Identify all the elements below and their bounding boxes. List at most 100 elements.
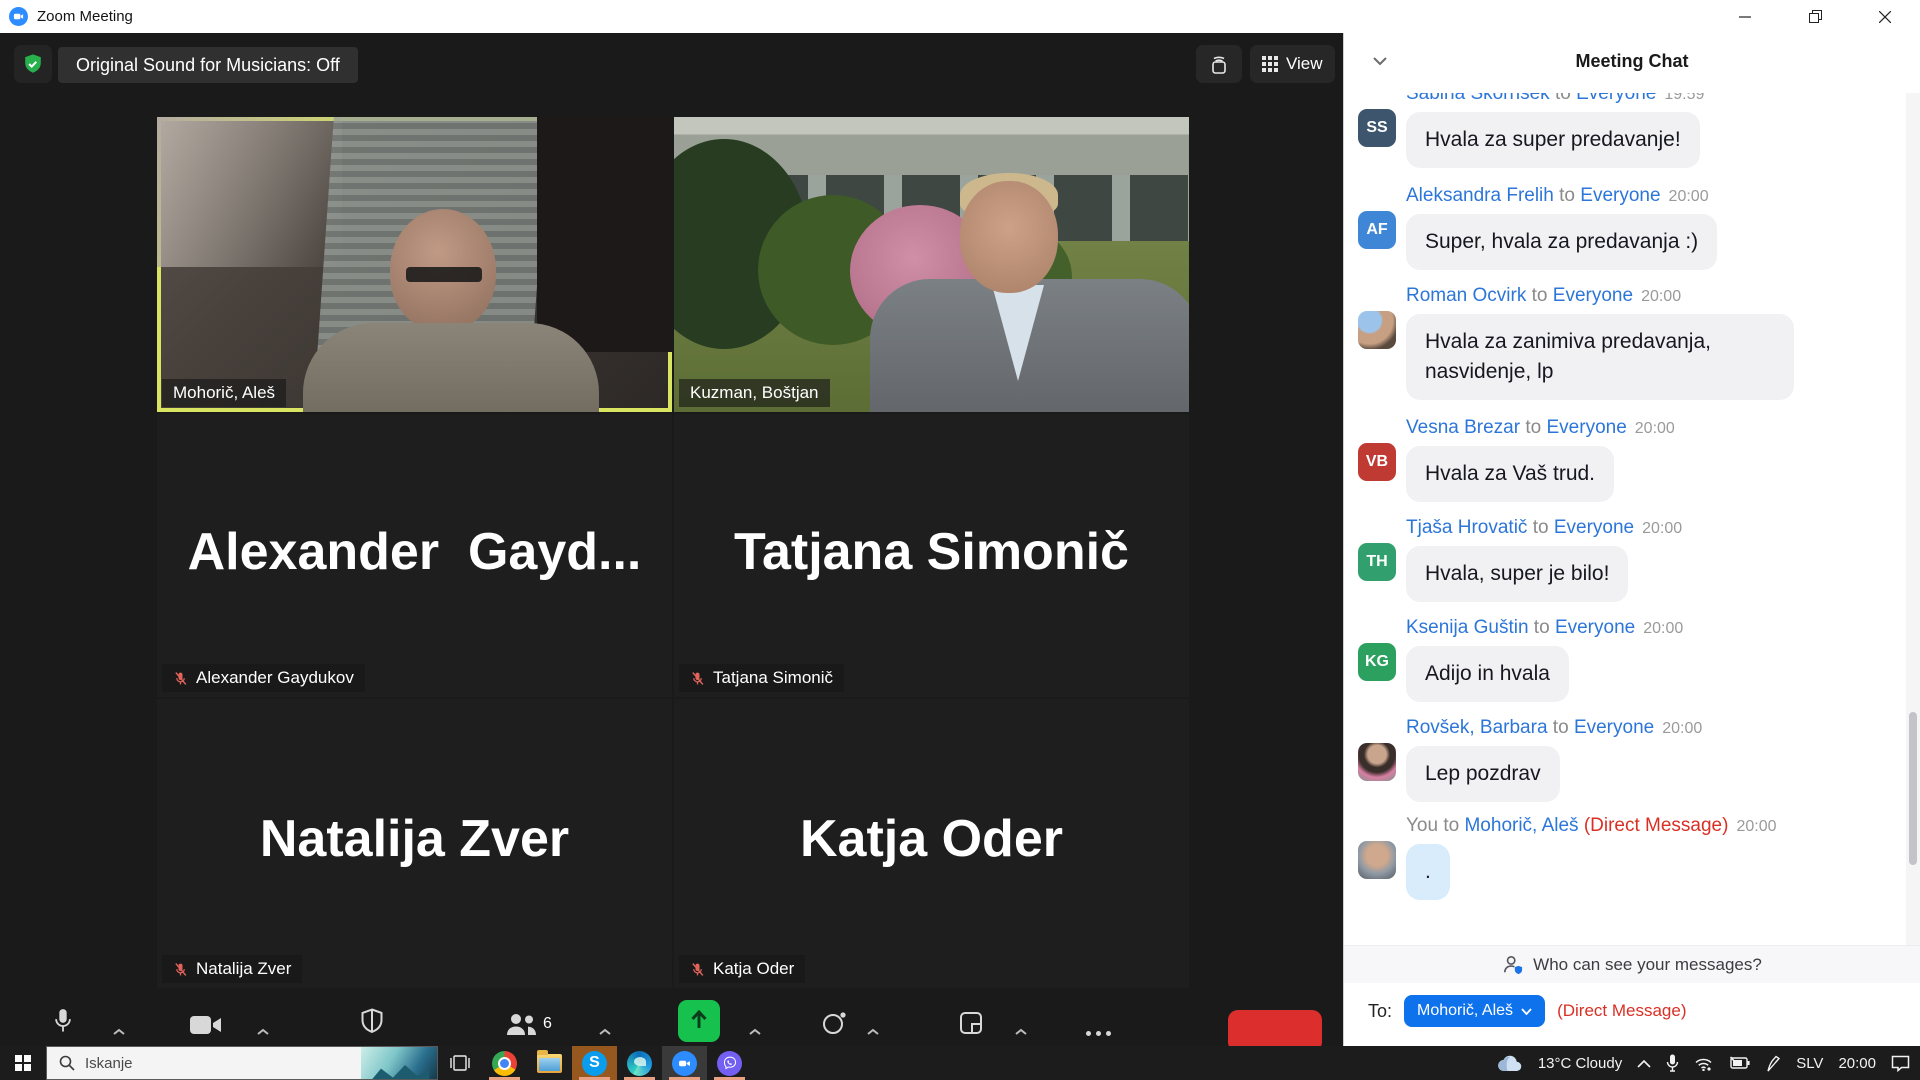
more-options-button[interactable]	[1086, 1031, 1111, 1036]
chat-scrollbar[interactable]	[1906, 93, 1920, 945]
cast-icon	[1207, 52, 1231, 76]
view-button-label: View	[1286, 54, 1323, 74]
recipient-selector[interactable]: Mohorič, Aleš	[1404, 995, 1545, 1027]
tray-expand-chevron[interactable]	[1637, 1059, 1651, 1068]
video-tile-kuzman[interactable]: Kuzman, Boštjan	[674, 117, 1189, 412]
close-button[interactable]	[1850, 0, 1920, 33]
chat-message: Roman Ocvirk to Everyone20:00 Hvala za z…	[1344, 285, 1904, 400]
record-chevron[interactable]	[866, 1028, 880, 1036]
share-options-chevron[interactable]	[748, 1028, 762, 1036]
participant-name-tag: Alexander Gaydukov	[162, 664, 365, 692]
chat-messages[interactable]: SS Sabina Skornšek to Everyone19:59 Hval…	[1344, 93, 1920, 945]
clock[interactable]: 20:00	[1838, 1055, 1876, 1072]
apps-chevron[interactable]	[1014, 1028, 1028, 1036]
weather-text[interactable]: 13°C Cloudy	[1538, 1055, 1622, 1072]
participant-video-face	[960, 181, 1058, 293]
video-tile-simonic[interactable]: Tatjana Simonič Tatjana Simonič	[674, 414, 1189, 697]
taskbar-app-viber[interactable]	[707, 1046, 752, 1080]
avatar-photo	[1358, 311, 1396, 349]
who-can-see-label: Who can see your messages?	[1533, 955, 1762, 975]
video-tile-gaydukov[interactable]: Alexander Gayd... Alexander Gaydukov	[157, 414, 672, 697]
avatar: KG	[1358, 643, 1396, 681]
who-can-see-bar[interactable]: Who can see your messages?	[1344, 945, 1920, 983]
message-header: Tjaša Hrovatič to Everyone20:00	[1344, 517, 1904, 539]
video-tile-zver[interactable]: Natalija Zver Natalija Zver	[157, 699, 672, 988]
shield-icon	[360, 1008, 384, 1036]
battery-charging-icon[interactable]	[1728, 1056, 1750, 1070]
record-button[interactable]	[820, 1010, 848, 1036]
mute-options-chevron[interactable]	[112, 1028, 126, 1036]
network-icon[interactable]	[1694, 1056, 1713, 1071]
participants-count: 6	[543, 1015, 552, 1033]
pen-icon[interactable]	[1765, 1055, 1781, 1072]
avatar: SS	[1358, 109, 1396, 147]
start-button[interactable]	[0, 1046, 46, 1080]
cast-icon-button[interactable]	[1196, 45, 1242, 83]
task-view-button[interactable]	[438, 1046, 482, 1080]
mic-muted-icon	[173, 962, 188, 977]
participant-name-tag: Natalija Zver	[162, 955, 302, 983]
share-screen-button[interactable]	[678, 1000, 720, 1042]
message-bubble: Adijo in hvala	[1406, 646, 1569, 702]
taskbar-app-chrome[interactable]	[482, 1046, 527, 1080]
minimize-button[interactable]	[1710, 0, 1780, 33]
video-options-chevron[interactable]	[256, 1028, 270, 1036]
windows-taskbar: Iskanje S 13°C Cloudy SLV	[0, 1046, 1920, 1080]
chat-message: Rovšek, Barbara to Everyone20:00 Lep poz…	[1344, 717, 1904, 802]
chat-scrollbar-thumb[interactable]	[1909, 712, 1917, 865]
video-tile-oder[interactable]: Katja Oder Katja Oder	[674, 699, 1189, 988]
chat-message: AF Aleksandra Frelih to Everyone20:00 Su…	[1344, 185, 1904, 270]
zoom-icon	[672, 1051, 697, 1076]
apps-button[interactable]	[958, 1010, 984, 1036]
participants-button[interactable]: 6	[505, 1012, 552, 1036]
window-titlebar: Zoom Meeting	[0, 0, 1920, 33]
security-shield-button[interactable]	[14, 45, 52, 83]
original-sound-button[interactable]: Original Sound for Musicians: Off	[58, 47, 358, 83]
zoom-app-icon	[9, 7, 28, 26]
file-explorer-icon	[537, 1054, 562, 1073]
message-header: Rovšek, Barbara to Everyone20:00	[1344, 717, 1904, 739]
avatar: TH	[1358, 543, 1396, 581]
participant-big-name: Alexander Gayd...	[157, 522, 672, 582]
skype-icon: S	[582, 1051, 607, 1076]
security-button[interactable]	[360, 1008, 384, 1036]
participants-chevron[interactable]	[598, 1028, 612, 1036]
language-indicator[interactable]: SLV	[1796, 1055, 1823, 1072]
message-bubble: Lep pozdrav	[1406, 746, 1560, 802]
taskbar-app-skype[interactable]: S	[572, 1046, 617, 1080]
action-center-icon[interactable]	[1891, 1055, 1910, 1072]
chrome-icon	[492, 1051, 517, 1076]
mute-button[interactable]	[52, 1006, 74, 1036]
avatar-photo	[1358, 743, 1396, 781]
to-label: To:	[1368, 1001, 1392, 1022]
chat-header: Meeting Chat	[1344, 33, 1920, 93]
view-button[interactable]: View	[1250, 45, 1335, 83]
windows-logo-icon	[15, 1055, 31, 1071]
message-bubble: Hvala za zanimiva predavanja, nasvidenje…	[1406, 314, 1794, 400]
grid-view-icon	[1262, 56, 1278, 72]
restore-button[interactable]	[1780, 0, 1850, 33]
message-bubble: Hvala, super je bilo!	[1406, 546, 1628, 602]
video-grid: Mohorič, Aleš Kuzman, Boštjan Al	[157, 117, 1189, 988]
share-arrow-icon	[689, 1010, 709, 1032]
taskbar-app-zoom[interactable]	[662, 1046, 707, 1080]
apps-icon	[958, 1010, 984, 1036]
chat-message: TH Tjaša Hrovatič to Everyone20:00 Hvala…	[1344, 517, 1904, 602]
avatar: VB	[1358, 443, 1396, 481]
message-bubble: Hvala za Vaš trud.	[1406, 446, 1614, 502]
video-region: Original Sound for Musicians: Off View M…	[0, 33, 1343, 1080]
chat-message: KG Ksenija Guštin to Everyone20:00 Adijo…	[1344, 617, 1904, 702]
taskbar-app-edge[interactable]	[617, 1046, 662, 1080]
taskbar-search[interactable]: Iskanje	[46, 1046, 438, 1080]
taskbar-app-explorer[interactable]	[527, 1046, 572, 1080]
tray-microphone-icon[interactable]	[1666, 1054, 1679, 1072]
video-tile-mohoric[interactable]: Mohorič, Aleš	[157, 117, 672, 412]
participant-big-name: Katja Oder	[674, 809, 1189, 869]
video-button[interactable]	[190, 1014, 222, 1036]
chat-message-direct: You to Mohorič, Aleš (Direct Message)20:…	[1344, 815, 1904, 900]
participant-big-name: Tatjana Simonič	[674, 522, 1189, 582]
avatar: AF	[1358, 211, 1396, 249]
participant-name-tag: Katja Oder	[679, 955, 805, 983]
message-bubble: .	[1406, 844, 1450, 900]
avatar-photo	[1358, 841, 1396, 879]
